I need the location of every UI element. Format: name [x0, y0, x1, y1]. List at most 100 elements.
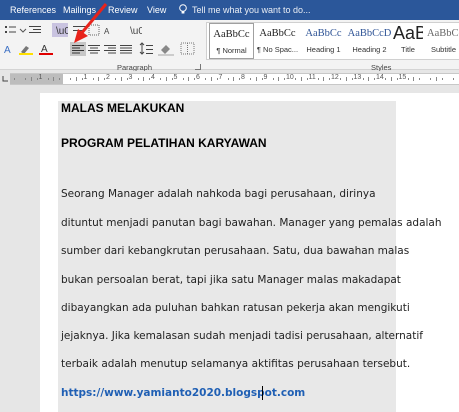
style-label: Title — [401, 45, 415, 54]
ruler-number: 5 — [173, 74, 178, 81]
ruler-tick — [390, 77, 392, 81]
ruler-tick — [210, 77, 212, 81]
ruler-number: 3 — [128, 74, 133, 81]
justify-icon[interactable] — [118, 42, 134, 56]
align-right-icon[interactable] — [102, 42, 118, 56]
ruler-tick — [329, 78, 330, 80]
ruler-tick — [75, 77, 77, 81]
show-marks-icon[interactable]: \u00b6 — [52, 23, 68, 37]
paragraph-icon[interactable]: \u00b6 — [128, 24, 142, 36]
align-left-icon[interactable] — [70, 42, 86, 56]
sort-icon[interactable]: A — [104, 24, 116, 36]
ruler-tick — [340, 78, 342, 80]
style-title[interactable]: AaB Title — [393, 23, 423, 59]
border-grid-icon[interactable] — [180, 42, 196, 56]
chevron-down-icon[interactable] — [19, 24, 27, 36]
ruler-tick — [194, 78, 195, 80]
blog-link[interactable]: https://www.yamianto2020.blogspot.com — [61, 387, 305, 399]
style-no-spacing[interactable]: AaBbCc ¶ No Spac... — [255, 23, 300, 59]
document-heading-2[interactable]: PROGRAM PELATIHAN KARYAWAN — [61, 136, 267, 150]
style-preview: AaBbCc — [259, 28, 296, 39]
ruler-number: 10 — [286, 74, 294, 81]
ruler-tick — [25, 78, 27, 80]
ruler-number: 2 — [106, 74, 110, 81]
ruler-tick — [345, 77, 347, 81]
tab-view[interactable]: View — [147, 5, 166, 15]
lightbulb-icon — [179, 4, 187, 14]
paragraph-line[interactable]: Seorang Manager adalah nahkoda bagi peru… — [61, 188, 376, 200]
svg-text:A: A — [104, 27, 110, 36]
align-center-icon[interactable] — [86, 42, 102, 56]
ruler-tick — [368, 77, 370, 81]
document-heading-1[interactable]: MALAS MELAKUKAN — [61, 101, 184, 115]
tab-selector-icon[interactable] — [0, 74, 10, 84]
ruler-tick — [323, 77, 325, 81]
ruler-tick — [171, 78, 173, 80]
ruler-tick — [149, 78, 150, 80]
list-icon[interactable] — [4, 24, 18, 36]
ruler-number: 1 — [83, 74, 88, 81]
ruler-tick — [81, 78, 83, 80]
ruler-tick — [250, 78, 252, 80]
ruler-tick — [165, 77, 167, 81]
ruler-tick — [452, 78, 454, 80]
paragraph-line[interactable]: bukan persoalan berat, tapi jika satu Ma… — [61, 274, 401, 286]
font-color-icon[interactable]: A — [39, 43, 53, 55]
ruler-number: 15 — [398, 74, 407, 81]
ruler-tick — [104, 78, 105, 80]
tab-references[interactable]: References — [10, 5, 56, 15]
ruler-number: 11 — [308, 74, 316, 81]
ruler-number: 12 — [331, 74, 339, 81]
ruler-tick — [92, 78, 94, 80]
style-heading-2[interactable]: AaBbCcD Heading 2 — [347, 23, 392, 59]
paragraph-line[interactable]: terbaik adalah menutup selamanya aktifit… — [61, 358, 410, 370]
ruler-number: 14 — [376, 74, 384, 81]
shading-icon[interactable] — [158, 42, 174, 56]
style-preview: AaBbCcD — [427, 28, 459, 39]
ruler-tick — [53, 77, 55, 81]
ruler-number: 7 — [218, 74, 223, 81]
horizontal-ruler[interactable]: 1 1 2 3 4 5 6 7 8 9 10 11 12 13 14 15 — [10, 73, 459, 85]
ruler-tick — [36, 78, 38, 80]
paragraph-line[interactable]: dibayangkan ada puluhan bahkan ratusan p… — [61, 302, 410, 314]
ruler-tick — [255, 77, 257, 81]
ruler-tick — [47, 78, 49, 80]
ruler-tick — [300, 77, 302, 81]
style-subtitle[interactable]: AaBbCcD Subtitle — [427, 23, 459, 59]
style-heading-1[interactable]: AaBbCc Heading 1 — [301, 23, 346, 59]
ruler-tick — [396, 78, 398, 80]
line-spacing-icon[interactable] — [72, 24, 88, 36]
ruler-tick — [143, 77, 145, 81]
ruler-tick — [115, 78, 117, 80]
style-label: ¶ Normal — [216, 46, 247, 55]
paragraph-line[interactable]: jejaknya. Jika kemalasan sudah menjadi t… — [61, 330, 423, 342]
ruler-number: 13 — [353, 74, 362, 81]
tell-me-search[interactable]: Tell me what you want to do... — [192, 5, 311, 15]
ruler-tick — [284, 78, 285, 80]
ruler-tick — [374, 78, 375, 80]
indent-icon[interactable] — [28, 24, 42, 36]
paragraph-dialog-launcher[interactable] — [195, 64, 201, 70]
style-label: Subtitle — [430, 45, 457, 54]
line-paragraph-spacing-icon[interactable] — [138, 42, 154, 56]
text-effects-icon[interactable]: A — [3, 43, 17, 55]
style-normal[interactable]: AaBbCc ¶ Normal — [209, 23, 254, 59]
svg-text:\u00b6: \u00b6 — [56, 26, 68, 37]
paragraph-line[interactable]: sumber dari kebangkrutan perusahaan. Sat… — [61, 245, 409, 257]
tab-review[interactable]: Review — [108, 5, 138, 15]
ruler-tick — [385, 78, 387, 80]
ruler-tick — [306, 78, 308, 80]
paragraph-line[interactable]: dituntut menjadi panutan bagi bawahan. M… — [61, 217, 442, 229]
ruler-row: 1 1 2 3 4 5 6 7 8 9 10 11 12 13 14 15 — [0, 71, 459, 87]
ruler-tick — [120, 77, 122, 81]
highlight-icon[interactable] — [19, 43, 33, 55]
ruler-tick — [59, 78, 60, 80]
style-label: Heading 1 — [306, 45, 341, 54]
ribbon-home: \u00b6 A \u00b6 A A — [0, 20, 459, 72]
ruler-tick — [137, 78, 139, 80]
ruler-number: 9 — [263, 74, 268, 81]
style-preview: AaBbCc — [213, 29, 250, 40]
ruler-tick — [160, 78, 162, 80]
tab-mailings[interactable]: Mailings — [63, 5, 96, 15]
borders-icon[interactable] — [88, 24, 104, 36]
